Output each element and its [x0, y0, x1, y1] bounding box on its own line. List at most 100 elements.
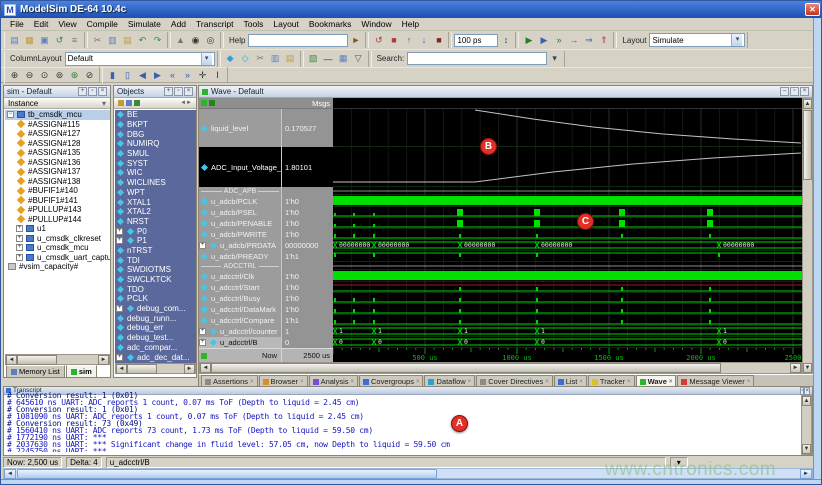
open-icon[interactable]: ▦ [22, 33, 37, 48]
scroll-left-icon[interactable]: ◄ [4, 469, 16, 479]
dock-icon[interactable]: ▫ [88, 87, 97, 96]
delete-cursor-icon[interactable]: ▯ [120, 68, 135, 83]
tree-item-u-cmsdk-clkreset[interactable]: +u_cmsdk_clkreset [5, 234, 110, 244]
close-tab-icon[interactable]: × [545, 379, 549, 385]
scroll-up-icon[interactable]: ▲ [802, 396, 811, 406]
wave-signal-u-adcctrl-b[interactable]: +u_adcctrl/B [199, 337, 281, 348]
tree-item-assign-138[interactable]: #ASSIGN#138 [5, 177, 110, 187]
tree-item-u1[interactable]: +u1 [5, 224, 110, 234]
print-icon[interactable]: ≡ [67, 33, 82, 48]
compile-icon[interactable]: ▲ [173, 33, 188, 48]
object-item-numirq[interactable]: NUMIRQ [115, 139, 196, 149]
wave-divider-adc-apb[interactable]: ADC_APB [199, 187, 281, 195]
menu-help[interactable]: Help [397, 19, 424, 29]
wave-signal-u-adcctrl-compare[interactable]: u_adcctrl/Compare [199, 315, 281, 326]
add-selected-to-wave-icon[interactable]: ◆ [223, 51, 238, 66]
filter-out-icon[interactable] [126, 100, 132, 106]
menu-transcript[interactable]: Transcript [191, 19, 238, 29]
wave-signal-u-adcb-psel[interactable]: u_adcb/PSEL [199, 207, 281, 218]
wave-names-header[interactable]: Msgs [199, 98, 333, 109]
sim-panel-header[interactable]: sim - Default +▫× [4, 86, 110, 98]
menu-tools[interactable]: Tools [239, 19, 269, 29]
step-over-icon[interactable]: ⇒ [581, 33, 596, 48]
help-go-icon[interactable]: ► [348, 33, 363, 48]
menu-simulate[interactable]: Simulate [123, 19, 166, 29]
insert-divider-icon[interactable]: ― [321, 51, 336, 66]
run-length-input[interactable] [454, 34, 498, 47]
cut-icon[interactable]: ✂ [90, 33, 105, 48]
tree-item-bufif1-140[interactable]: #BUFIF1#140 [5, 186, 110, 196]
wave-signal-u-adcb-penable[interactable]: u_adcb/PENABLE [199, 218, 281, 229]
tree-item-vsim-capacity[interactable]: #vsim_capacity# [5, 262, 110, 272]
add-cursor-icon[interactable]: ▮ [105, 68, 120, 83]
run-length-spin-icon[interactable]: ↕ [498, 33, 513, 48]
tree-item-bufif1-141[interactable]: #BUFIF1#141 [5, 196, 110, 206]
help-search-input[interactable] [248, 34, 348, 47]
step-out-icon[interactable]: ⇑ [596, 33, 611, 48]
menu-layout[interactable]: Layout [268, 19, 304, 29]
paste-wave-icon[interactable]: ▤ [283, 51, 298, 66]
zoom-last-icon[interactable]: ⊘ [82, 68, 97, 83]
title-bar[interactable]: M ModelSim DE-64 10.4c ✕ [1, 1, 822, 18]
select-mode-icon[interactable]: ✛ [195, 68, 210, 83]
object-item-nrst[interactable]: NRST [115, 217, 196, 227]
object-item-xtal1[interactable]: XTAL1 [115, 197, 196, 207]
scroll-down-icon[interactable]: ▼ [802, 444, 811, 454]
close-tab-icon[interactable]: × [468, 379, 472, 385]
object-item-syst[interactable]: SYST [115, 158, 196, 168]
close-panel-icon[interactable]: × [98, 87, 107, 96]
close-tab-icon[interactable]: × [747, 379, 751, 385]
expand-icon[interactable]: + [16, 235, 23, 242]
expand-icon[interactable]: + [16, 244, 23, 251]
tree-item-assign-137[interactable]: #ASSIGN#137 [5, 167, 110, 177]
close-panel-icon[interactable]: × [804, 387, 810, 395]
object-item-wiclines[interactable]: WICLINES [115, 178, 196, 188]
expand-icon[interactable]: + [116, 237, 123, 244]
edit-grid-icon[interactable]: ▦ [336, 51, 351, 66]
collapse-all-icon[interactable] [209, 100, 215, 106]
objects-hscrollbar[interactable]: ◄► [115, 363, 196, 374]
object-item-tdo[interactable]: TDO [115, 284, 196, 294]
tree-item-u-cmsdk-uart-captu[interactable]: +u_cmsdk_uart_captu... [5, 253, 110, 263]
next-transition-icon[interactable]: ▶ [150, 68, 165, 83]
wave-signal-u-adcb-pready[interactable]: u_adcb/PREADY [199, 251, 281, 262]
tree-item-pullup-144[interactable]: #PULLUP#144 [5, 215, 110, 225]
menu-bookmarks[interactable]: Bookmarks [304, 19, 357, 29]
zoom-out-icon[interactable]: ⊖ [22, 68, 37, 83]
object-item-be[interactable]: BE [115, 110, 196, 120]
minimize-icon[interactable]: – [780, 87, 789, 96]
scroll-right-icon[interactable]: ► [790, 363, 801, 373]
tree-item-assign-128[interactable]: #ASSIGN#128 [5, 139, 110, 149]
expand-icon[interactable]: + [199, 328, 206, 335]
menu-add[interactable]: Add [166, 19, 191, 29]
run-all-icon[interactable]: » [551, 33, 566, 48]
collapse-icon[interactable]: − [7, 111, 14, 118]
close-tab-icon[interactable]: × [300, 379, 304, 385]
wave-hscrollbar[interactable]: ◄ ► [199, 362, 802, 374]
transcript-vscrollbar[interactable]: ▲ ▼ [801, 395, 812, 455]
close-wave-icon[interactable]: × [800, 87, 809, 96]
tree-item-assign-127[interactable]: #ASSIGN#127 [5, 129, 110, 139]
menu-window[interactable]: Window [356, 19, 396, 29]
run-icon[interactable]: ▶ [521, 33, 536, 48]
menu-compile[interactable]: Compile [82, 19, 123, 29]
tree-item-u-cmsdk-mcu[interactable]: +u_cmsdk_mcu [5, 243, 110, 253]
wave-signal-u-adcb-pwrite[interactable]: u_adcb/PWRITE [199, 229, 281, 240]
transcript-log[interactable]: # Conversion result: 1 (0x01)# 645610 ns… [7, 392, 802, 452]
menu-view[interactable]: View [53, 19, 81, 29]
tree-item-pullup-143[interactable]: #PULLUP#143 [5, 205, 110, 215]
menu-file[interactable]: File [5, 19, 29, 29]
expand-icon[interactable]: + [116, 305, 123, 312]
expand-icon[interactable]: + [116, 228, 123, 235]
close-tab-icon[interactable]: × [627, 379, 631, 385]
object-item-swclktck[interactable]: SWCLKTCK [115, 275, 196, 285]
scroll-right-icon[interactable]: ► [184, 364, 195, 374]
close-tab-icon[interactable]: × [250, 379, 254, 385]
zoom-cursor-icon[interactable]: ⊛ [67, 68, 82, 83]
object-item-wpt[interactable]: WPT [115, 188, 196, 198]
find-next-icon[interactable]: ◎ [203, 33, 218, 48]
layout-select[interactable]: Simulate▾ [649, 33, 745, 47]
object-item-swdiotms[interactable]: SWDIOTMS [115, 265, 196, 275]
wave-title-bar[interactable]: Wave - Default –▫× [199, 86, 812, 98]
stop-sim-icon[interactable]: ■ [431, 33, 446, 48]
